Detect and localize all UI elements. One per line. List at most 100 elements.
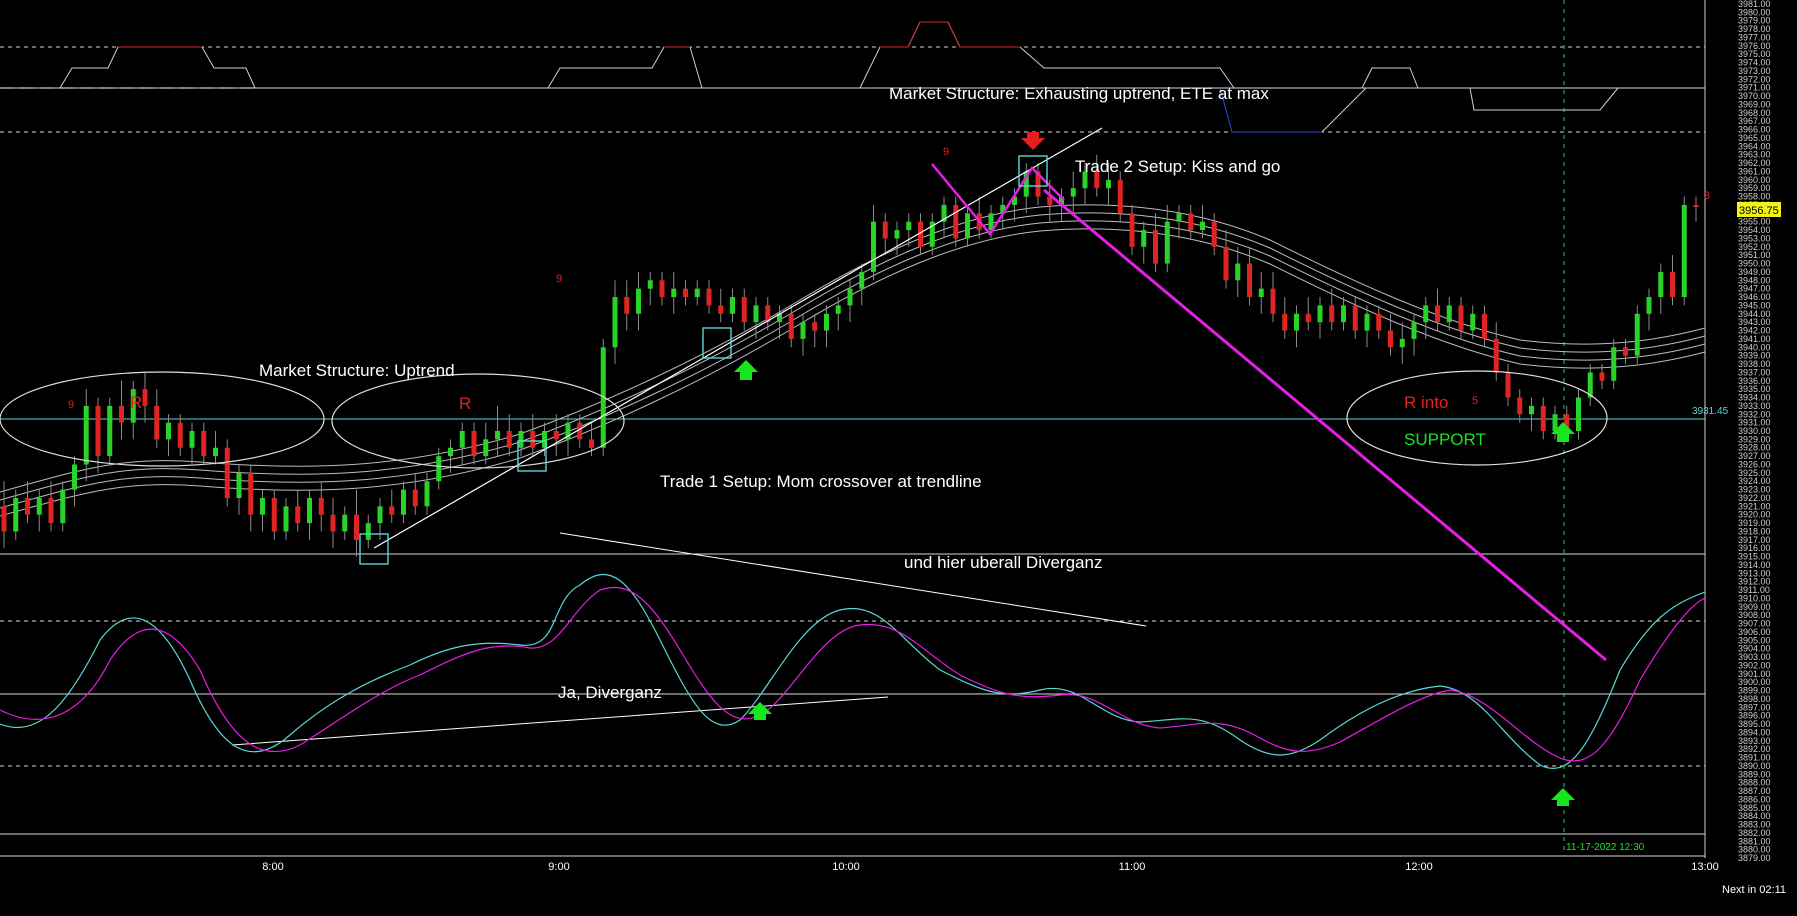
candle-body [612, 297, 618, 348]
label-support: SUPPORT [1404, 430, 1486, 449]
label-ms-uptrend: Market Structure: Uptrend [259, 361, 455, 380]
label-three: 3 [1704, 190, 1710, 202]
candle-body [1153, 230, 1158, 264]
candle-body [518, 431, 524, 448]
candle-body [1176, 213, 1182, 222]
candle-body [36, 497, 42, 515]
label-r2: R [459, 394, 471, 413]
candle-body [177, 422, 183, 448]
candle-body [154, 405, 160, 440]
candle-body [459, 431, 465, 448]
candle-body [859, 271, 865, 289]
candle-body [824, 313, 829, 331]
candle-body [589, 439, 594, 448]
candle-body [506, 431, 512, 448]
candle-body [365, 523, 371, 540]
candle-body [1352, 305, 1358, 331]
candle-body [624, 297, 630, 314]
time-axis: 8:00 9:00 10:00 11:00 12:00 13:00 [262, 861, 1718, 873]
candle-body [1670, 271, 1675, 298]
candle-body [800, 322, 806, 339]
candle-body [530, 431, 536, 448]
candle-body [330, 514, 336, 532]
candle-body [412, 489, 418, 507]
label-trade1: Trade 1 Setup: Mom crossover at trendlin… [660, 472, 982, 491]
candle-body [13, 497, 19, 532]
box-entry-1 [359, 533, 389, 565]
moving-average-bands [0, 204, 1706, 517]
candle-body [812, 322, 818, 331]
candle-body [1294, 313, 1299, 331]
candle-body [1576, 397, 1581, 431]
candle-body [694, 288, 700, 298]
candle-body [1329, 305, 1335, 323]
support-level-value: 3931.45 [1692, 406, 1729, 417]
candle-body [1341, 305, 1346, 323]
label-nine-b: 9 [556, 273, 562, 285]
chart-canvas: Market Structure: Uptrend Market Structu… [0, 0, 1786, 896]
candle-body [847, 288, 853, 306]
candle-body [753, 305, 759, 323]
candle-body [1388, 330, 1393, 348]
candle-body [1235, 263, 1241, 281]
time-tick-label: 10:00 [832, 861, 860, 873]
time-tick-label: 9:00 [548, 861, 569, 873]
label-trade2: Trade 2 Setup: Kiss and go [1075, 157, 1280, 176]
candle-body [1164, 221, 1170, 264]
candle-body [1247, 263, 1252, 298]
candle-body [401, 489, 406, 515]
candle-body [647, 280, 653, 289]
candle-body [1399, 338, 1405, 348]
candle-body [788, 313, 794, 339]
annotation-labels: Market Structure: Uptrend Market Structu… [68, 84, 1710, 702]
static-grid [0, 0, 1706, 858]
candle-body [1317, 305, 1323, 323]
candle-body [236, 472, 242, 498]
candle-body [1364, 313, 1370, 331]
candle-body [342, 514, 348, 532]
candle-body [283, 506, 289, 532]
candle-body [1411, 322, 1417, 339]
oscillator-magenta [0, 586, 1706, 762]
candle-body [1117, 179, 1123, 214]
up-arrow-osc-1 [748, 702, 772, 720]
candle-body [882, 221, 888, 239]
candle-body [318, 497, 324, 515]
candle-body [906, 221, 912, 231]
candle-body [60, 489, 66, 524]
price-band-upper [0, 22, 1619, 133]
candle-body [718, 305, 724, 314]
candle-body [953, 204, 959, 239]
candle-body [1129, 213, 1135, 247]
price-tick-label: 3879.00 [1738, 853, 1771, 863]
candle-body [295, 506, 301, 524]
candle-body [1423, 305, 1429, 323]
candle-body [1200, 221, 1205, 231]
candle-body [1623, 347, 1628, 356]
box-entry-3 [702, 327, 732, 359]
candle-body [389, 506, 395, 515]
candle-body [1482, 313, 1487, 339]
candle-body [659, 280, 665, 298]
upper-indicator-red [118, 22, 1418, 88]
candle-body [1611, 347, 1617, 381]
candle-body [1, 506, 7, 532]
candle-body [1376, 313, 1382, 331]
candle-body [1270, 288, 1276, 314]
label-nine-a: 9 [68, 399, 74, 411]
candle-body [424, 481, 430, 507]
candle-body [213, 447, 218, 457]
candle-body [495, 431, 500, 440]
candle-body [1070, 188, 1076, 197]
candle-body [354, 514, 359, 540]
candle-body [260, 497, 265, 515]
candle-body [1634, 313, 1640, 356]
candle-body [1258, 288, 1264, 298]
down-arrow-top [1021, 132, 1045, 150]
candle-body [72, 464, 77, 490]
candle-body [1599, 372, 1605, 381]
up-arrow-osc-2 [1551, 788, 1575, 806]
candle-body [1106, 179, 1111, 189]
candle-body [1529, 405, 1534, 415]
candle-body [1435, 305, 1440, 323]
